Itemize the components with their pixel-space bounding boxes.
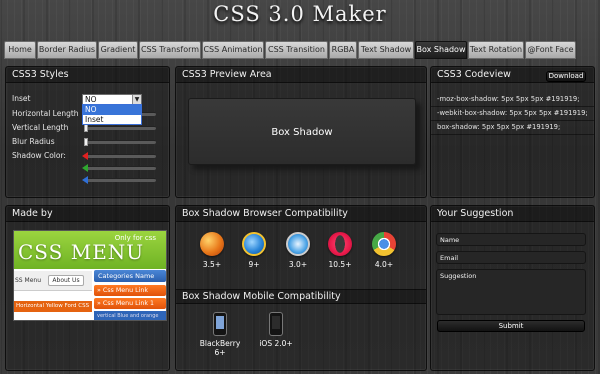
iphone-icon bbox=[269, 312, 283, 336]
blackberry-version: 6+ bbox=[214, 348, 226, 357]
banner-sub-text: vertical Blue and orange menu bbox=[94, 311, 166, 320]
compat-panel-title: Box Shadow Browser Compatibility bbox=[176, 206, 426, 222]
preview-panel: CSS3 Preview Area Box Shadow bbox=[175, 66, 427, 198]
suggestion-textarea[interactable]: Suggestion bbox=[436, 269, 586, 315]
codeview-panel: CSS3 Codeview Download -moz-box-shadow: … bbox=[430, 66, 595, 198]
styles-panel-title: CSS3 Styles bbox=[6, 67, 169, 83]
banner-menu-text: SS Menu bbox=[15, 277, 41, 284]
css-menu-banner[interactable]: Only for css CSS MENU SS Menu About Us C… bbox=[13, 230, 167, 321]
browser-firefox: 3.5+ bbox=[198, 232, 226, 269]
blue-slider[interactable] bbox=[86, 178, 156, 182]
download-button[interactable]: Download bbox=[546, 71, 586, 82]
tab-css-transition[interactable]: CSS Transition bbox=[265, 41, 328, 59]
banner-big-text: CSS MENU bbox=[18, 240, 145, 264]
red-slider[interactable] bbox=[86, 154, 156, 158]
banner-header: Only for css CSS MENU bbox=[14, 231, 166, 269]
vertical-length-slider[interactable] bbox=[86, 126, 156, 130]
browser-safari: 3.0+ bbox=[284, 232, 312, 269]
submit-button[interactable]: Submit bbox=[437, 320, 585, 332]
compat-panel: Box Shadow Browser Compatibility 3.5+ 9+… bbox=[175, 205, 427, 371]
green-arrow-icon[interactable] bbox=[82, 164, 88, 172]
browser-chrome: 4.0+ bbox=[370, 232, 398, 269]
safari-version: 3.0+ bbox=[288, 260, 308, 269]
tab-css-transform[interactable]: CSS Transform bbox=[139, 41, 201, 59]
firefox-version: 3.5+ bbox=[202, 260, 222, 269]
green-slider[interactable] bbox=[86, 166, 156, 170]
ie-version: 9+ bbox=[248, 260, 260, 269]
madeby-panel: Made by Only for css CSS MENU SS Menu Ab… bbox=[5, 205, 170, 371]
banner-categories: Categories Name bbox=[94, 270, 166, 282]
main-nav: Home Border Radius Gradient CSS Transfor… bbox=[4, 41, 596, 59]
safari-icon bbox=[286, 232, 310, 256]
suggestion-panel: Your Suggestion Name Email Suggestion Su… bbox=[430, 205, 595, 371]
code-line-moz: -moz-box-shadow: 5px 5px 5px #191919; bbox=[431, 93, 594, 107]
chrome-version: 4.0+ bbox=[374, 260, 394, 269]
banner-link-1: » Css Menu Link bbox=[94, 285, 166, 296]
inset-label: Inset bbox=[12, 94, 31, 103]
tab-rgba[interactable]: RGBA bbox=[329, 41, 357, 59]
shadow-color-label: Shadow Color: bbox=[12, 151, 66, 160]
blur-radius-label: Blur Radius bbox=[12, 137, 55, 146]
suggestion-panel-title: Your Suggestion bbox=[431, 206, 594, 222]
blue-arrow-icon[interactable] bbox=[82, 176, 88, 184]
chevron-down-icon[interactable]: ▼ bbox=[132, 95, 141, 104]
horizontal-length-label: Horizontal Length bbox=[12, 109, 79, 118]
tab-css-animation[interactable]: CSS Animation bbox=[202, 41, 264, 59]
device-ios: iOS 2.0+ bbox=[256, 312, 296, 348]
email-field[interactable]: Email bbox=[436, 251, 586, 264]
name-field[interactable]: Name bbox=[436, 233, 586, 246]
preview-panel-title: CSS3 Preview Area bbox=[176, 67, 426, 83]
banner-about: About Us bbox=[48, 275, 84, 286]
firefox-icon bbox=[200, 232, 224, 256]
ie-icon bbox=[242, 232, 266, 256]
tab-text-shadow[interactable]: Text Shadow bbox=[358, 41, 414, 59]
opera-version: 10.5+ bbox=[328, 260, 352, 269]
browser-ie: 9+ bbox=[240, 232, 268, 269]
blur-radius-handle[interactable] bbox=[84, 138, 88, 146]
option-no[interactable]: NO bbox=[83, 105, 141, 115]
tab-text-rotation[interactable]: Text Rotation bbox=[468, 41, 524, 59]
code-line-standard: box-shadow: 5px 5px 5px #191919; bbox=[431, 121, 594, 135]
inset-dropdown: NO Inset bbox=[82, 104, 142, 125]
mobile-compat-title: Box Shadow Mobile Compatibility bbox=[176, 289, 426, 304]
app-logo: CSS 3.0 Maker bbox=[213, 2, 387, 26]
opera-icon bbox=[328, 232, 352, 256]
blur-radius-slider[interactable] bbox=[86, 140, 156, 144]
chrome-icon bbox=[372, 232, 396, 256]
tab-font-face[interactable]: @Font Face bbox=[525, 41, 576, 59]
madeby-panel-title: Made by bbox=[6, 206, 169, 222]
vertical-length-label: Vertical Length bbox=[12, 123, 69, 132]
banner-footer: Horizontal Yellow Ford CSS bbox=[14, 301, 92, 312]
tab-border-radius[interactable]: Border Radius bbox=[37, 41, 97, 59]
box-shadow-preview: Box Shadow bbox=[188, 98, 416, 165]
red-arrow-icon[interactable] bbox=[82, 152, 88, 160]
device-blackberry: BlackBerry 6+ bbox=[198, 312, 242, 357]
tab-box-shadow[interactable]: Box Shadow bbox=[415, 41, 467, 59]
styles-panel: CSS3 Styles Inset NO ▼ NO Inset Horizont… bbox=[5, 66, 170, 198]
ios-name: iOS 2.0+ bbox=[259, 339, 293, 348]
blackberry-icon bbox=[213, 312, 227, 336]
inset-select-value: NO bbox=[85, 95, 97, 104]
banner-link-2: » Css Menu Link 1 bbox=[94, 298, 166, 309]
vertical-length-handle[interactable] bbox=[84, 124, 88, 132]
blackberry-name: BlackBerry bbox=[199, 339, 241, 348]
banner-menu-bar: SS Menu About Us bbox=[14, 271, 92, 291]
browser-opera: 10.5+ bbox=[326, 232, 354, 269]
tab-gradient[interactable]: Gradient bbox=[98, 41, 138, 59]
option-inset[interactable]: Inset bbox=[83, 115, 141, 125]
code-line-webkit: -webkit-box-shadow: 5px 5px 5px #191919; bbox=[431, 107, 594, 121]
tab-home[interactable]: Home bbox=[4, 41, 36, 59]
